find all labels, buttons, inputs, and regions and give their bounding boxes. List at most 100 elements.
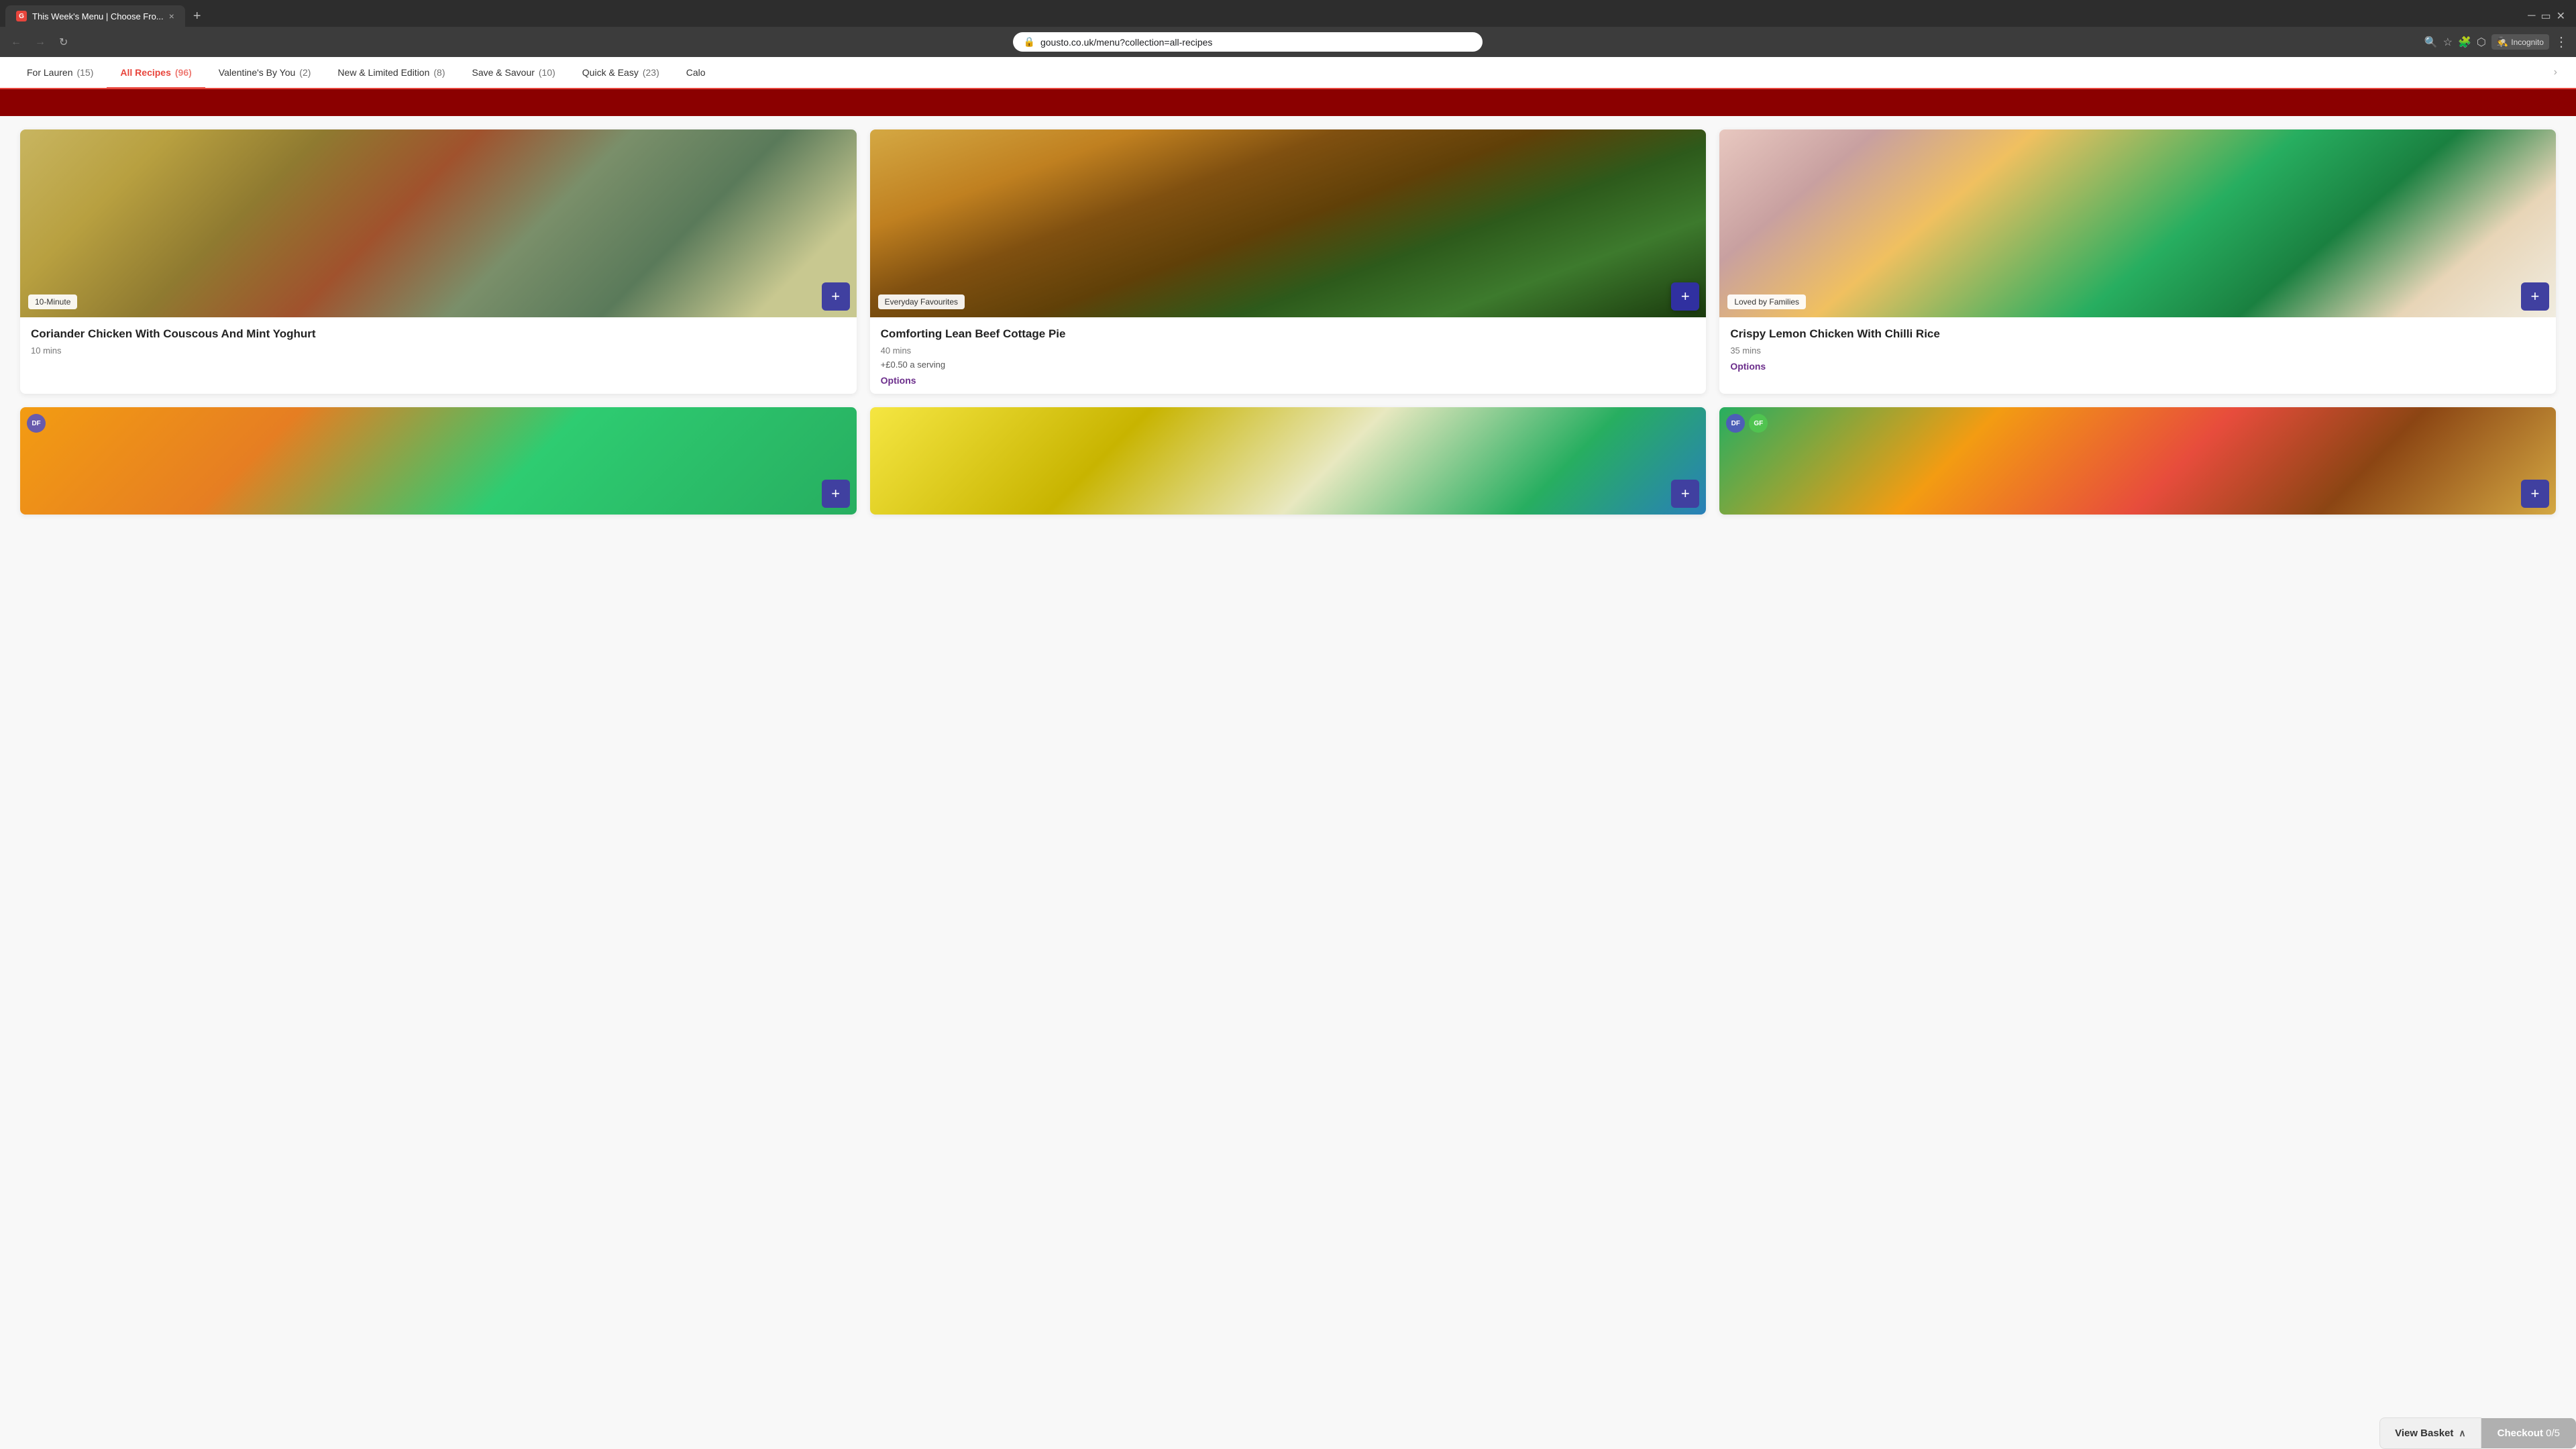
close-button[interactable]: ✕ [2557,9,2565,23]
incognito-icon: 🕵 [2497,36,2508,48]
tab-save-savour-label: Save & Savour [472,67,535,78]
recipe-card-6: DF GF + [1719,407,2556,515]
recipe-title-3: Crispy Lemon Chicken With Chilli Rice [1730,327,2545,341]
add-recipe-button-6[interactable]: + [2521,480,2549,508]
checkout-button[interactable]: Checkout 0/5 [2481,1418,2576,1448]
tab-for-lauren[interactable]: For Lauren (15) [13,58,107,89]
red-banner [0,89,2576,116]
recipe-info-1: Coriander Chicken With Couscous And Mint… [20,317,857,368]
recipe-title-2: Comforting Lean Beef Cottage Pie [881,327,1696,341]
recipe-image-wrap-3: Loved by Families + [1719,129,2556,317]
recipe-image-wrap-5: + [870,407,1707,515]
back-button[interactable]: ← [8,34,24,51]
recipe-image-4 [20,407,857,515]
bookmark-icon[interactable]: ☆ [2443,36,2453,49]
recipe-price-2: +£0.50 a serving [881,360,1696,370]
tab-new-limited[interactable]: New & Limited Edition (8) [324,58,458,89]
maximize-button[interactable]: ▭ [2540,9,2551,23]
recipe-card-2: Everyday Favourites + Comforting Lean Be… [870,129,1707,394]
main-content: 10-Minute + Coriander Chicken With Cousc… [0,116,2576,528]
recipe-title-1: Coriander Chicken With Couscous And Mint… [31,327,846,341]
tab-bar: G This Week's Menu | Choose Fro... × + ─… [0,0,2576,27]
recipe-time-2: 40 mins [881,345,1696,356]
tab-quick-easy[interactable]: Quick & Easy (23) [569,58,673,89]
window-controls: ─ ▭ ✕ [2528,9,2571,23]
tab-all-recipes[interactable]: All Recipes (96) [107,58,205,89]
lock-icon: 🔒 [1024,36,1035,48]
tab-new-limited-count: (8) [433,67,445,78]
bottom-bar: View Basket ∧ Checkout 0/5 [2379,1417,2576,1449]
recipe-image-wrap-2: Everyday Favourites + [870,129,1707,317]
url-text: gousto.co.uk/menu?collection=all-recipes [1040,37,1472,48]
profile-icon[interactable]: ⬡ [2477,36,2486,49]
new-tab-button[interactable]: + [188,6,207,27]
refresh-button[interactable]: ↻ [56,33,70,52]
recipe-image-6 [1719,407,2556,515]
tab-all-recipes-count: (96) [175,67,192,78]
tab-favicon: G [16,11,27,21]
tab-save-savour-count: (10) [539,67,555,78]
recipe-image-3 [1719,129,2556,317]
search-icon[interactable]: 🔍 [2424,36,2438,49]
tab-valentines[interactable]: Valentine's By You (2) [205,58,325,89]
view-basket-button[interactable]: View Basket ∧ [2379,1417,2481,1449]
extensions-icon[interactable]: 🧩 [2458,36,2471,49]
recipe-image-wrap-4: DF + [20,407,857,515]
checkout-count: 0/5 [2546,1428,2560,1439]
recipe-options-3[interactable]: Options [1730,361,2545,372]
tab-valentines-count: (2) [299,67,311,78]
tab-calo-label: Calo [686,67,706,78]
tab-quick-easy-label: Quick & Easy [582,67,639,78]
recipe-tag-2: Everyday Favourites [878,294,965,309]
tab-calo[interactable]: Calo [673,58,719,89]
minimize-button[interactable]: ─ [2528,10,2535,22]
recipe-info-2: Comforting Lean Beef Cottage Pie 40 mins… [870,317,1707,394]
tab-for-lauren-count: (15) [76,67,93,78]
address-actions: 🔍 ☆ 🧩 ⬡ 🕵 Incognito ⋮ [2424,34,2568,50]
tab-new-limited-label: New & Limited Edition [337,67,429,78]
nav-tabs-more-arrow[interactable]: › [2548,57,2563,88]
recipe-options-2[interactable]: Options [881,375,1696,386]
tab-for-lauren-label: For Lauren [27,67,72,78]
url-bar[interactable]: 🔒 gousto.co.uk/menu?collection=all-recip… [1013,32,1483,52]
recipe-image-2 [870,129,1707,317]
tab-close-button[interactable]: × [169,11,174,21]
tab-save-savour[interactable]: Save & Savour (10) [459,58,569,89]
badge-row-6: DF GF [1726,414,1768,433]
add-recipe-button-1[interactable]: + [822,282,850,311]
recipe-grid: 10-Minute + Coriander Chicken With Cousc… [20,129,2556,515]
add-recipe-button-4[interactable]: + [822,480,850,508]
view-basket-label: View Basket [2395,1428,2453,1439]
badge-row-4: DF [27,414,46,433]
recipe-card-5: + [870,407,1707,515]
incognito-label: Incognito [2511,38,2544,47]
add-recipe-button-3[interactable]: + [2521,282,2549,311]
tab-all-recipes-label: All Recipes [120,67,170,78]
address-bar: ← → ↻ 🔒 gousto.co.uk/menu?collection=all… [0,27,2576,57]
recipe-tag-3: Loved by Families [1727,294,1806,309]
forward-button[interactable]: → [32,34,48,51]
recipe-image-5 [870,407,1707,515]
browser-menu-button[interactable]: ⋮ [2555,34,2568,50]
incognito-badge: 🕵 Incognito [2491,34,2549,50]
recipe-image-1 [20,129,857,317]
nav-tabs: For Lauren (15) All Recipes (96) Valenti… [0,57,2576,89]
add-recipe-button-5[interactable]: + [1671,480,1699,508]
chevron-up-icon: ∧ [2459,1428,2465,1439]
recipe-card-3: Loved by Families + Crispy Lemon Chicken… [1719,129,2556,394]
browser-chrome: G This Week's Menu | Choose Fro... × + ─… [0,0,2576,57]
recipe-card-1: 10-Minute + Coriander Chicken With Cousc… [20,129,857,394]
active-tab[interactable]: G This Week's Menu | Choose Fro... × [5,5,185,27]
recipe-tag-1: 10-Minute [28,294,77,309]
tab-valentines-label: Valentine's By You [219,67,296,78]
recipe-image-wrap-1: 10-Minute + [20,129,857,317]
badge-gf-6: GF [1749,414,1768,433]
badge-df-4: DF [27,414,46,433]
checkout-label: Checkout [2498,1428,2543,1439]
add-recipe-button-2[interactable]: + [1671,282,1699,311]
recipe-time-1: 10 mins [31,345,846,356]
tab-title: This Week's Menu | Choose Fro... [32,11,164,21]
tab-quick-easy-count: (23) [643,67,659,78]
recipe-image-wrap-6: DF GF + [1719,407,2556,515]
recipe-card-4: DF + [20,407,857,515]
